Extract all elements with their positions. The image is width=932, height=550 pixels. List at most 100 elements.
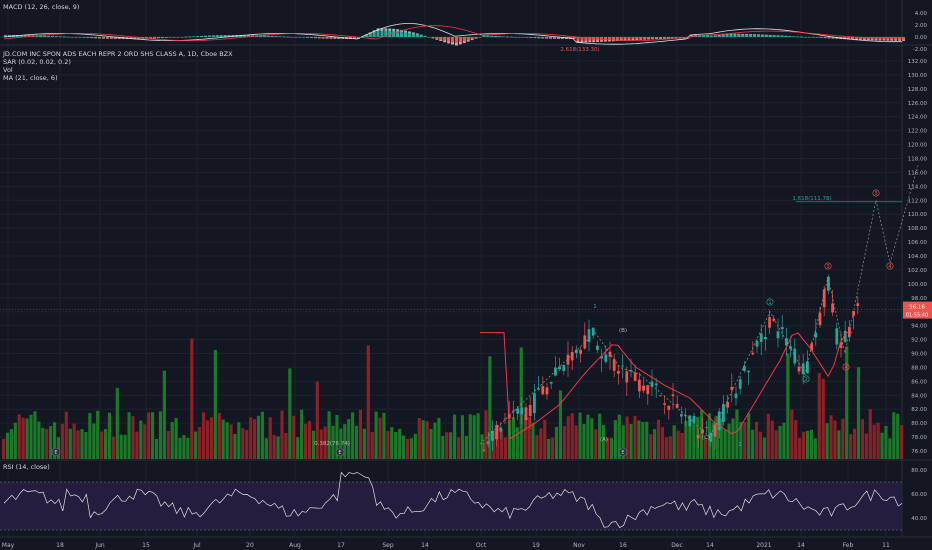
macd-histogram-fill	[823, 37, 827, 38]
macd-histogram-fill	[709, 36, 713, 37]
volume-bar	[233, 434, 237, 459]
price-axis-tick: 90.00	[911, 352, 927, 358]
volume-bar	[531, 422, 535, 459]
volume-bar	[178, 438, 182, 459]
chart-canvas[interactable]: 132.00130.00128.00126.00124.00122.00120.…	[0, 0, 932, 550]
macd-histogram-fill	[58, 36, 62, 38]
volume-bar	[770, 420, 774, 459]
macd-histogram-fill	[658, 37, 662, 39]
macd-histogram-fill	[380, 30, 384, 37]
volume-bar	[864, 433, 868, 459]
volume-bar	[45, 429, 49, 459]
macd-histogram-fill	[807, 37, 811, 38]
volume-bar	[449, 432, 453, 459]
macd-histogram-fill	[474, 37, 478, 39]
time-axis-tick: 20	[246, 542, 254, 549]
volume-bar	[252, 419, 257, 459]
volume-bar	[747, 413, 751, 459]
candle-body	[764, 337, 767, 339]
volume-bar	[511, 417, 515, 459]
volume-bar	[351, 412, 355, 459]
wave-label: 4	[844, 365, 848, 371]
macd-histogram-fill	[713, 35, 717, 37]
volume-bar	[2, 438, 6, 459]
volume-bar	[476, 413, 480, 459]
volume-bar	[80, 429, 84, 459]
macd-histogram-fill	[902, 37, 906, 40]
price-axis-tick: 102.00	[908, 268, 928, 274]
candle-body	[797, 366, 801, 372]
wave-label: (C)	[702, 435, 710, 441]
macd-histogram-fill	[74, 37, 78, 38]
volume-bar	[417, 418, 421, 459]
macd-histogram-fill	[737, 34, 741, 37]
price-axis-tick: 126.00	[908, 101, 928, 107]
volume-bar	[849, 434, 853, 459]
macd-histogram-fill	[490, 36, 494, 37]
candle-body	[852, 311, 855, 316]
macd-histogram-fill	[619, 37, 623, 40]
sar-legend: SAR (0.02, 0.02, 0.2)	[3, 58, 71, 66]
candle-body	[814, 332, 818, 338]
candle-body	[751, 352, 755, 355]
macd-histogram-fill	[800, 36, 804, 38]
macd-histogram-fill	[258, 35, 262, 37]
candle-body	[780, 327, 784, 329]
candle-body	[541, 386, 545, 395]
macd-histogram-fill	[392, 31, 396, 37]
rsi-axis-tick: 80.00	[911, 468, 927, 474]
volume-bar	[558, 390, 563, 459]
candle-body	[533, 393, 536, 413]
candle-body	[734, 393, 738, 399]
price-axis-tick: 120.00	[908, 143, 928, 149]
volume-bar	[92, 423, 96, 459]
volume-bar	[174, 417, 178, 459]
macd-histogram-fill	[639, 37, 643, 39]
macd-histogram-fill	[294, 37, 298, 38]
macd-histogram-fill	[502, 36, 506, 38]
macd-histogram-fill	[160, 37, 164, 38]
volume-bar	[84, 432, 88, 459]
volume-bar	[135, 431, 139, 459]
candle-body	[604, 354, 608, 362]
time-axis-tick: Jun	[94, 542, 105, 549]
volume-bar	[578, 412, 582, 459]
candle-body	[654, 383, 658, 386]
macd-histogram-fill	[215, 35, 219, 37]
price-axis-tick: 80.00	[911, 421, 927, 427]
fib-macd-label: 2.618(133.30)	[560, 47, 599, 53]
price-axis-tick: 124.00	[908, 115, 928, 121]
macd-histogram-fill	[615, 37, 619, 40]
price-axis-tick: 106.00	[908, 240, 928, 246]
macd-histogram-fill	[655, 37, 658, 39]
volume-bar	[813, 438, 817, 459]
macd-histogram-fill	[764, 35, 768, 37]
macd-histogram-fill	[533, 37, 537, 38]
volume-bar	[182, 435, 186, 459]
volume-bar	[382, 412, 386, 459]
volume-bar	[25, 418, 29, 459]
volume-bar	[735, 409, 739, 459]
price-axis-tick: 110.00	[908, 212, 928, 218]
macd-histogram-fill	[47, 36, 51, 37]
macd-histogram-fill	[733, 34, 737, 37]
volume-bar	[111, 436, 115, 459]
volume-bar	[374, 411, 378, 459]
volume-bar	[213, 349, 217, 459]
price-axis-tick: 88.00	[911, 365, 927, 371]
price-axis-tick: 104.00	[908, 254, 928, 260]
macd-histogram-fill	[282, 36, 286, 38]
volume-bar	[229, 424, 233, 459]
macd-legend: MACD (12, 26, close, 9)	[3, 3, 79, 11]
volume-bar	[272, 434, 276, 459]
volume-bar	[798, 438, 802, 459]
candle-body	[667, 405, 671, 410]
time-axis-tick: 14	[797, 542, 805, 549]
time-axis-tick: May	[2, 542, 15, 549]
volume-bar	[582, 424, 586, 459]
macd-histogram-fill	[494, 36, 498, 37]
volume-bar	[860, 419, 864, 459]
macd-histogram-fill	[415, 34, 419, 37]
volume-bar	[245, 430, 249, 459]
volume-bar	[88, 413, 92, 459]
